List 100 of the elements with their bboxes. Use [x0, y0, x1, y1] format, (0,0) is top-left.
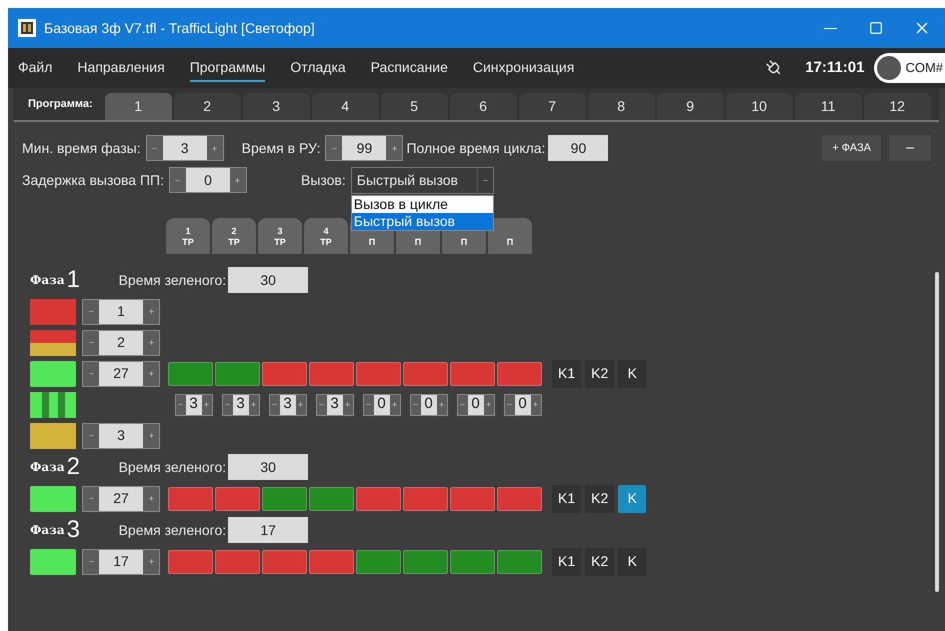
direction-state-cell[interactable] [215, 486, 260, 510]
phase-time-field[interactable]: 30 [228, 454, 308, 480]
phase-time-field[interactable]: 17 [228, 517, 308, 543]
decrement-button[interactable] [410, 394, 420, 414]
direction-state-cell[interactable] [497, 486, 542, 510]
direction-state-cell[interactable] [403, 486, 448, 510]
phase-time-label: Время зеленого: [118, 458, 226, 477]
menu-item[interactable]: Синхронизация [472, 54, 574, 82]
add-phase-button[interactable]: + ФАЗА [822, 135, 881, 161]
increment-button[interactable] [296, 394, 306, 414]
number-spinner[interactable]: 3 [174, 394, 212, 416]
increment-button[interactable] [202, 394, 212, 414]
key-button[interactable]: K1 [552, 484, 582, 512]
call-dropdown[interactable]: Быстрый вызов [350, 166, 494, 194]
program-tab[interactable]: 6 [450, 93, 517, 120]
program-tab[interactable]: 12 [864, 93, 931, 120]
program-tab[interactable]: 5 [380, 93, 448, 120]
decrement-button[interactable] [270, 394, 280, 414]
number-spinner[interactable]: 0 [456, 394, 494, 416]
program-tab[interactable]: 1 [104, 93, 172, 120]
direction-tab[interactable]: П [488, 218, 532, 254]
program-tab[interactable]: 9 [656, 93, 724, 120]
direction-state-cell[interactable] [497, 550, 542, 574]
number-spinner[interactable]: 99 [325, 135, 404, 161]
dropdown-option[interactable]: Вызов в цикле [352, 196, 493, 212]
key-button[interactable]: K2 [585, 360, 614, 388]
decrement-button[interactable] [504, 394, 514, 414]
increment-button[interactable] [530, 394, 540, 414]
direction-state-cell[interactable] [309, 362, 354, 386]
program-tab[interactable]: 2 [174, 93, 241, 120]
com-port-toggle[interactable]: COM# [874, 53, 945, 83]
direction-state-cell[interactable] [356, 362, 401, 386]
direction-state-cell[interactable] [450, 362, 495, 386]
increment-button[interactable] [206, 136, 223, 160]
number-spinner[interactable]: 0 [504, 394, 542, 416]
decrement-button[interactable] [458, 394, 468, 414]
direction-state-cell[interactable] [356, 550, 401, 574]
key-button[interactable]: K2 [585, 484, 614, 512]
key-button[interactable]: K1 [552, 548, 582, 576]
decrement-button[interactable] [316, 394, 326, 414]
direction-state-cell[interactable] [262, 362, 307, 386]
direction-state-cell[interactable] [497, 362, 542, 386]
direction-state-cell[interactable] [403, 550, 448, 574]
cycle-time-field[interactable]: 90 [548, 135, 608, 161]
direction-state-cell[interactable] [215, 550, 260, 574]
direction-state-cell[interactable] [262, 486, 307, 510]
number-spinner[interactable]: 3 [268, 394, 306, 416]
menu-item[interactable]: Направления [77, 54, 165, 82]
increment-button[interactable] [484, 394, 494, 414]
program-tab[interactable]: 11 [794, 93, 862, 120]
plus-icon [148, 370, 154, 377]
dropdown-option[interactable]: Быстрый вызов [352, 212, 493, 230]
increment-button[interactable] [390, 394, 400, 414]
number-spinner[interactable]: 0 [168, 167, 247, 193]
menu-item[interactable]: Расписание [370, 54, 448, 82]
spinner-value: 3 [188, 394, 199, 414]
number-spinner[interactable]: 0 [362, 394, 400, 416]
direction-state-cell[interactable] [168, 486, 213, 510]
direction-tab[interactable]: 4 ТР [304, 218, 348, 254]
increment-button[interactable] [230, 168, 246, 192]
key-button[interactable]: K [618, 548, 646, 576]
direction-tab[interactable]: 3 ТР [258, 218, 302, 254]
increment-button[interactable] [248, 394, 258, 414]
program-tab[interactable]: 8 [588, 93, 655, 120]
spinner-value: 0 [203, 170, 213, 190]
decrement-button[interactable] [176, 394, 186, 414]
direction-state-cell[interactable] [450, 550, 495, 574]
number-spinner[interactable]: 3 [146, 135, 224, 161]
decrement-button[interactable] [326, 136, 342, 160]
direction-state-cell[interactable] [309, 550, 354, 574]
key-button[interactable]: K [618, 360, 646, 388]
phase-time-field[interactable]: 30 [228, 267, 308, 293]
direction-state-cell[interactable] [168, 550, 213, 574]
program-tab[interactable]: 3 [242, 93, 310, 120]
menu-item[interactable]: Файл [18, 54, 52, 82]
key-button[interactable]: K1 [552, 360, 582, 388]
direction-state-cell[interactable] [215, 362, 260, 386]
decrement-button[interactable] [222, 394, 232, 414]
menu-item[interactable]: Программы [190, 54, 266, 82]
number-spinner[interactable]: 3 [222, 394, 260, 416]
menu-item[interactable]: Отладка [290, 54, 346, 82]
number-spinner[interactable]: 0 [410, 394, 448, 416]
program-tab[interactable]: 7 [518, 93, 586, 120]
key-button[interactable]: K [618, 484, 646, 512]
key-button[interactable]: K2 [585, 548, 614, 576]
decrement-button[interactable] [364, 394, 374, 414]
increment-button[interactable] [342, 394, 352, 414]
direction-state-cell[interactable] [403, 362, 448, 386]
direction-state-cell[interactable] [309, 486, 354, 510]
program-tab[interactable]: 10 [726, 93, 793, 120]
direction-state-cell[interactable] [356, 486, 401, 510]
direction-state-cell[interactable] [450, 486, 495, 510]
direction-state-cell[interactable] [168, 362, 213, 386]
direction-tab[interactable]: 2 ТР [212, 218, 256, 254]
number-spinner[interactable]: 3 [316, 394, 354, 416]
scrollbar-thumb[interactable] [935, 272, 939, 592]
increment-button[interactable] [436, 394, 446, 414]
program-tab[interactable]: 4 [312, 93, 379, 120]
direction-tab[interactable]: 1 ТР [166, 218, 210, 254]
direction-state-cell[interactable] [262, 550, 307, 574]
